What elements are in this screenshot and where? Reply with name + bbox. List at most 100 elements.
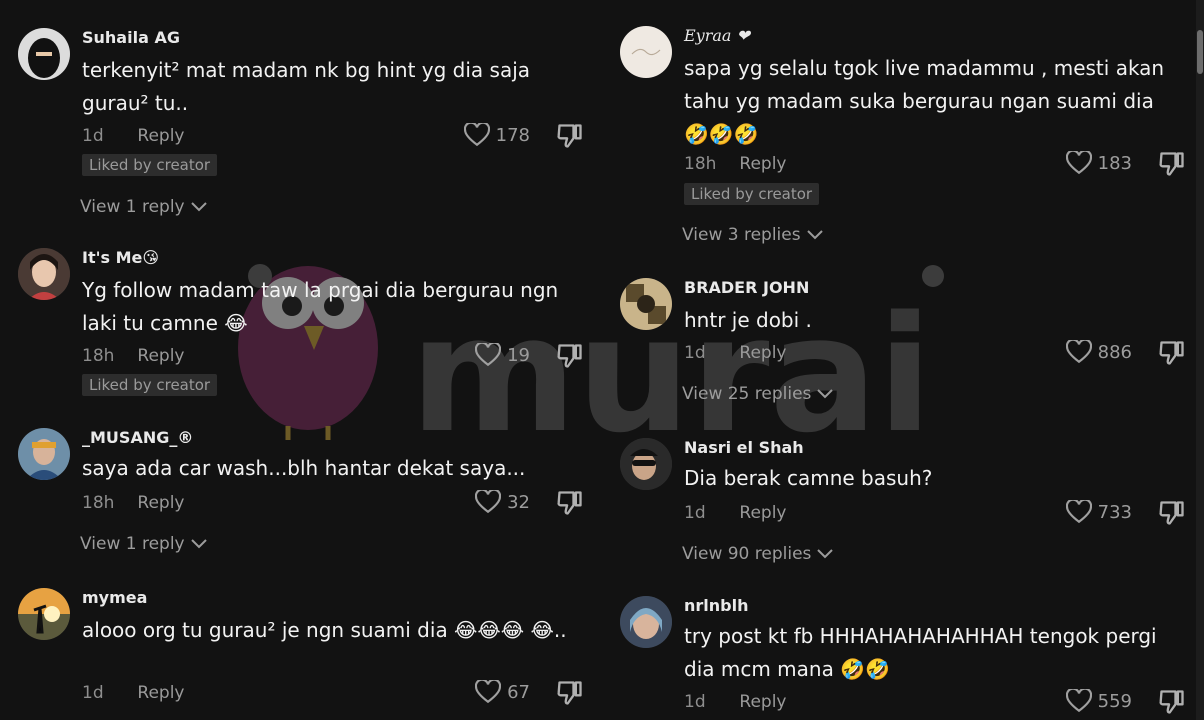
scrollbar-thumb[interactable] — [1197, 30, 1203, 74]
like-count: 19 — [507, 344, 530, 366]
reply-button[interactable]: Reply — [137, 346, 184, 366]
view-replies-button[interactable]: View 90 replies — [682, 544, 834, 564]
avatar[interactable] — [18, 28, 70, 80]
comment-meta: 1d Reply — [684, 343, 787, 363]
timestamp: 18h — [82, 346, 115, 366]
chevron-down-icon — [190, 202, 207, 212]
thumbs-down-icon[interactable] — [556, 122, 584, 150]
thumbs-down-icon[interactable] — [1158, 688, 1186, 716]
timestamp: 1d — [684, 692, 706, 712]
comment-text: Dia berak camne basuh? — [684, 466, 933, 490]
like-count: 559 — [1097, 690, 1132, 712]
thumbs-down-icon[interactable] — [556, 679, 584, 707]
comment-text: sapa yg selalu tgok live madammu , mesti… — [684, 56, 1165, 146]
reply-button[interactable]: Reply — [739, 154, 786, 174]
comment-text: saya ada car wash...blh hantar dekat say… — [82, 456, 526, 480]
username[interactable]: It's Me😘 — [82, 248, 159, 267]
reply-button[interactable]: Reply — [137, 126, 184, 146]
heart-outline-icon — [1065, 151, 1092, 175]
username[interactable]: Nasri el Shah — [684, 438, 804, 457]
comment-text: alooo org tu gurau² je ngn suami dia 😂😂😂… — [82, 618, 567, 642]
liked-by-creator-badge: Liked by creator — [684, 183, 820, 205]
like-button[interactable]: 886 — [1065, 340, 1132, 364]
heart-outline-icon — [475, 343, 502, 367]
like-count: 886 — [1097, 341, 1132, 363]
view-replies-label: View 3 replies — [682, 225, 801, 245]
thumbs-down-icon[interactable] — [1158, 499, 1186, 527]
like-button[interactable]: 559 — [1065, 689, 1132, 713]
thumbs-down-icon[interactable] — [556, 342, 584, 370]
username[interactable]: _MUSANG_® — [82, 428, 193, 447]
comments-column-right: Eyraa ❤ sapa yg selalu tgok live madammu… — [602, 0, 1204, 720]
view-replies-button[interactable]: View 1 reply — [80, 534, 207, 554]
avatar[interactable] — [620, 26, 672, 78]
comment-meta: 18h Reply — [82, 493, 185, 513]
liked-by-creator-badge: Liked by creator — [82, 154, 218, 176]
username[interactable]: mymea — [82, 588, 147, 607]
username[interactable]: nrlnblh — [684, 596, 748, 615]
heart-outline-icon — [1065, 689, 1092, 713]
thumbs-down-icon[interactable] — [1158, 150, 1186, 178]
timestamp: 1d — [684, 343, 706, 363]
like-button[interactable]: 19 — [475, 343, 530, 367]
view-replies-button[interactable]: View 25 replies — [682, 384, 834, 404]
comment-meta: 18h Reply — [684, 154, 787, 174]
like-button[interactable]: 32 — [475, 490, 530, 514]
view-replies-label: View 1 reply — [80, 534, 185, 554]
view-replies-button[interactable]: View 3 replies — [682, 225, 823, 245]
comment-meta: 1d Reply — [82, 126, 185, 146]
heart-outline-icon — [475, 680, 502, 704]
comment-text: hntr je dobi . — [684, 308, 812, 332]
username[interactable]: BRADER JOHN — [684, 278, 809, 297]
heart-outline-icon — [1065, 340, 1092, 364]
view-replies-label: View 90 replies — [682, 544, 812, 564]
avatar[interactable] — [620, 596, 672, 648]
thumbs-down-icon[interactable] — [1158, 339, 1186, 367]
reply-button[interactable]: Reply — [137, 683, 184, 703]
heart-outline-icon — [463, 123, 490, 147]
timestamp: 1d — [82, 126, 104, 146]
view-replies-label: View 25 replies — [682, 384, 812, 404]
chevron-down-icon — [817, 389, 834, 399]
timestamp: 18h — [82, 493, 115, 513]
chevron-down-icon — [190, 539, 207, 549]
username[interactable]: Eyraa ❤ — [684, 26, 750, 45]
comment-text: try post kt fb HHHAHAHAHAHHAH tengok per… — [684, 624, 1157, 681]
chevron-down-icon — [806, 230, 823, 240]
comment-text: Yg follow madam taw la prgai dia bergura… — [82, 278, 559, 335]
reply-button[interactable]: Reply — [739, 503, 786, 523]
timestamp: 1d — [684, 503, 706, 523]
heart-outline-icon — [1065, 500, 1092, 524]
comment-meta: 18h Reply — [82, 346, 185, 366]
like-button[interactable]: 67 — [475, 680, 530, 704]
like-button[interactable]: 183 — [1065, 151, 1132, 175]
like-button[interactable]: 733 — [1065, 500, 1132, 524]
like-count: 183 — [1097, 152, 1132, 174]
comment-meta: 1d Reply — [82, 683, 185, 703]
timestamp: 18h — [684, 154, 717, 174]
username[interactable]: Suhaila AG — [82, 28, 180, 47]
comments-column-left: Suhaila AG terkenyit² mat madam nk bg hi… — [0, 0, 602, 720]
reply-button[interactable]: Reply — [739, 343, 786, 363]
reply-button[interactable]: Reply — [137, 493, 184, 513]
like-count: 178 — [495, 124, 530, 146]
comment-meta: 1d Reply — [684, 692, 787, 712]
comment-text: terkenyit² mat madam nk bg hint yg dia s… — [82, 58, 531, 115]
view-replies-label: View 1 reply — [80, 197, 185, 217]
like-count: 733 — [1097, 501, 1132, 523]
thumbs-down-icon[interactable] — [556, 489, 584, 517]
avatar[interactable] — [18, 428, 70, 480]
avatar[interactable] — [620, 278, 672, 330]
like-count: 32 — [507, 491, 530, 513]
view-replies-button[interactable]: View 1 reply — [80, 197, 207, 217]
comment-meta: 1d Reply — [684, 503, 787, 523]
chevron-down-icon — [817, 549, 834, 559]
like-button[interactable]: 178 — [463, 123, 530, 147]
avatar[interactable] — [18, 588, 70, 640]
reply-button[interactable]: Reply — [739, 692, 786, 712]
avatar[interactable] — [620, 438, 672, 490]
avatar[interactable] — [18, 248, 70, 300]
liked-by-creator-badge: Liked by creator — [82, 374, 218, 396]
timestamp: 1d — [82, 683, 104, 703]
scrollbar[interactable] — [1196, 0, 1204, 720]
